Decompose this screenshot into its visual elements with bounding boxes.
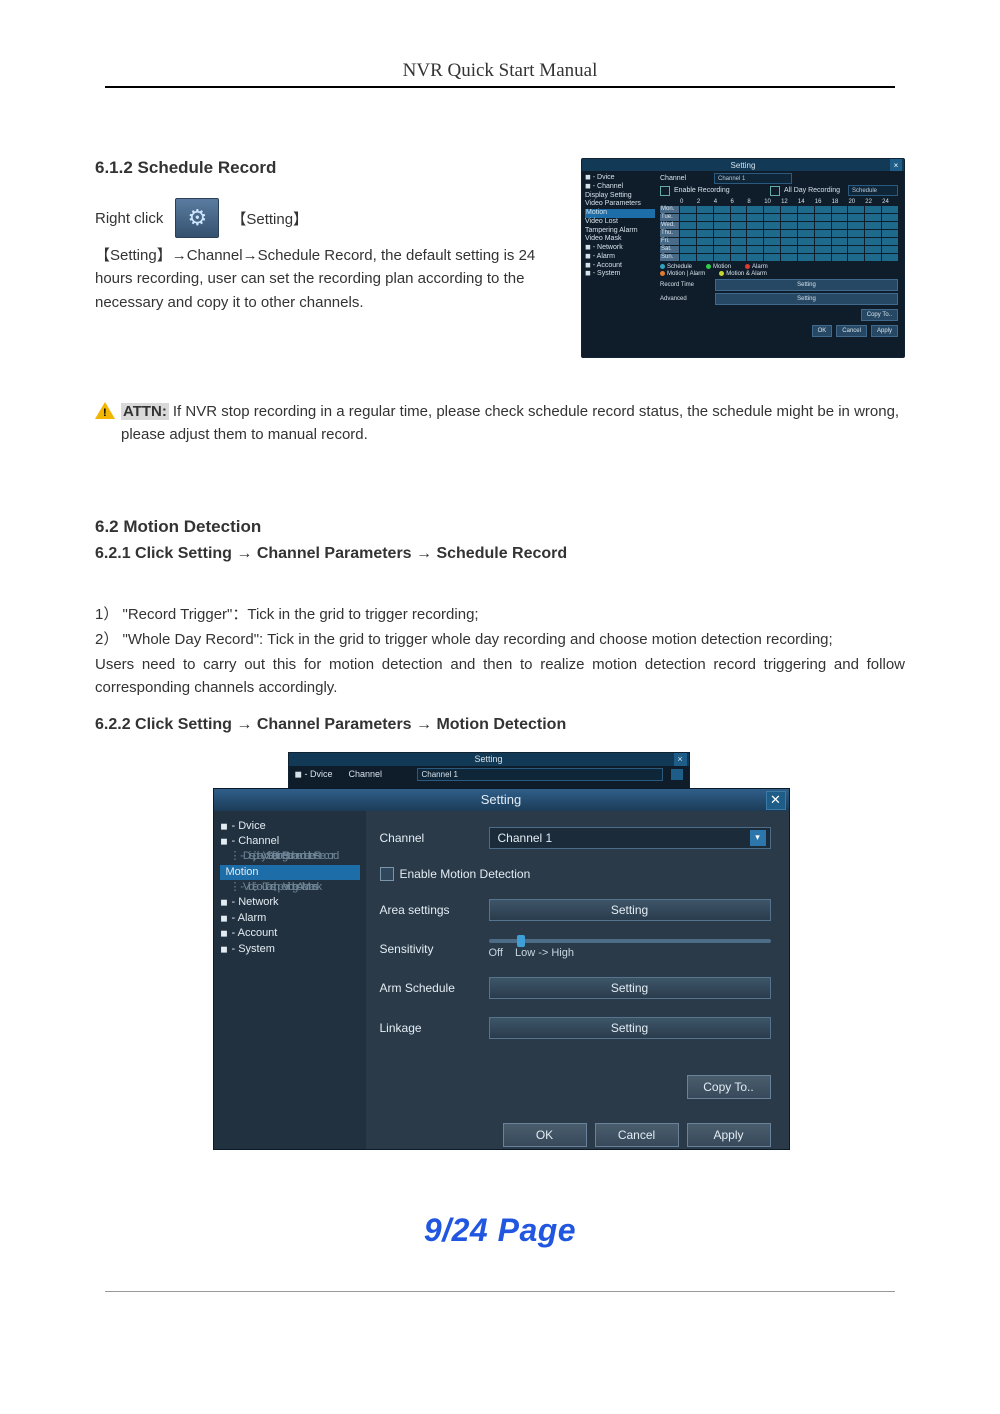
para-621-1: 1） "Record Trigger"：Tick in the grid to … xyxy=(95,603,905,626)
all-day-recording-checkbox[interactable]: All Day Recording xyxy=(784,187,840,194)
advanced-label: Advanced xyxy=(660,296,715,302)
apply-button[interactable]: Apply xyxy=(871,325,898,337)
sensitivity-slider[interactable] xyxy=(489,939,771,943)
dropdown-icon[interactable] xyxy=(671,769,683,780)
copy-to-button[interactable]: Copy To.. xyxy=(861,309,898,321)
channel-label: Channel xyxy=(660,175,710,182)
nav-tree[interactable]: ◼ - Dvice◼ - Channel Display Setting Vid… xyxy=(582,171,658,357)
heading-6-2: 6.2 Motion Detection xyxy=(95,517,905,537)
channel-label: Channel xyxy=(380,831,475,845)
close-icon[interactable]: × xyxy=(674,753,687,766)
apply-button[interactable]: Apply xyxy=(687,1123,771,1147)
advanced-setting-button[interactable]: Setting xyxy=(715,293,898,305)
record-time-setting-button[interactable]: Setting xyxy=(715,279,898,291)
legend: ScheduleMotionAlarmMotion | AlarmMotion … xyxy=(660,264,898,277)
warning-icon xyxy=(95,402,115,419)
para-6-1-2: 【Setting】→Channel→Schedule Record, the d… xyxy=(95,244,559,314)
enable-motion-label: Enable Motion Detection xyxy=(400,867,531,881)
ok-button[interactable]: OK xyxy=(812,325,833,337)
area-settings-button[interactable]: Setting xyxy=(489,899,771,921)
arm-schedule-button[interactable]: Setting xyxy=(489,977,771,999)
enable-motion-checkbox[interactable] xyxy=(380,867,394,881)
linkage-button[interactable]: Setting xyxy=(489,1017,771,1039)
slider-lowhigh-label: Low -> High xyxy=(515,947,574,959)
linkage-label: Linkage xyxy=(380,1021,475,1035)
dialog-title: Setting xyxy=(731,161,756,170)
page-header: NVR Quick Start Manual xyxy=(105,60,895,88)
enable-recording-checkbox[interactable]: Enable Recording xyxy=(674,187,730,194)
right-click-label: Right click xyxy=(95,210,163,227)
schedule-select[interactable]: Schedule xyxy=(848,185,898,196)
screenshot-schedule-record: Setting × ◼ - Dvice◼ - Channel Display S… xyxy=(581,158,905,358)
heading-6-2-2: 6.2.2 Click Setting → Channel Parameters… xyxy=(95,716,905,734)
copy-to-button[interactable]: Copy To.. xyxy=(687,1075,771,1099)
heading-6-2-1: 6.2.1 Click Setting → Channel Parameters… xyxy=(95,545,905,563)
cancel-button[interactable]: Cancel xyxy=(836,325,867,337)
gear-icon: ⚙ xyxy=(175,198,219,238)
close-icon[interactable]: ✕ xyxy=(766,791,786,810)
chevron-down-icon[interactable]: ▾ xyxy=(750,830,766,846)
schedule-grid[interactable]: 024681012141618202224Mon.Tue.Wed.Thu.Fri… xyxy=(660,199,898,261)
screenshot-motion-detection: Setting ✕ ◼- Dvice◼- Channel⋮··Display S… xyxy=(213,788,790,1150)
channel-select[interactable]: Channel 1 xyxy=(714,173,792,184)
sensitivity-label: Sensitivity xyxy=(380,942,475,956)
dialog-title: Setting xyxy=(481,792,521,807)
setting-bracket: 【Setting】 xyxy=(231,208,308,229)
para-621-3: Users need to carry out this for motion … xyxy=(95,653,905,700)
arm-schedule-label: Arm Schedule xyxy=(380,981,475,995)
para-621-2: 2） "Whole Day Record": Tick in the grid … xyxy=(95,628,905,651)
close-icon[interactable]: × xyxy=(890,159,902,171)
record-time-label: Record Time xyxy=(660,282,715,288)
page-number: 9/24 Page xyxy=(95,1212,905,1249)
heading-6-1-2: 6.1.2 Schedule Record xyxy=(95,158,559,178)
attn-text: ATTN:If NVR stop recording in a regular … xyxy=(121,400,905,447)
slider-off-label: Off xyxy=(489,947,503,959)
area-settings-label: Area settings xyxy=(380,903,475,917)
footer-rule xyxy=(105,1291,895,1292)
nav-tree[interactable]: ◼- Dvice◼- Channel⋮··Display Setting⋮··V… xyxy=(214,811,366,1149)
cancel-button[interactable]: Cancel xyxy=(595,1123,679,1147)
channel-select[interactable]: Channel 1 ▾ xyxy=(489,827,771,849)
ok-button[interactable]: OK xyxy=(503,1123,587,1147)
